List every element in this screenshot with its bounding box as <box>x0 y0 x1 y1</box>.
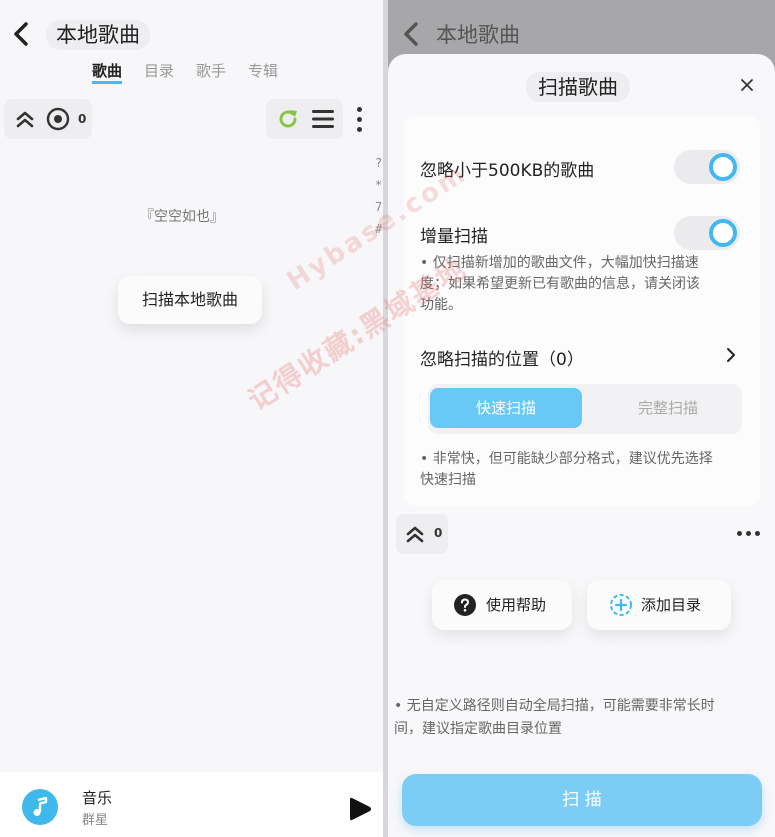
collapse-toolbar: 0 <box>396 514 448 554</box>
question-circle-icon <box>454 594 476 616</box>
folder-count: 0 <box>434 526 443 540</box>
fast-scan-option[interactable]: 快速扫描 <box>430 388 582 428</box>
play-icon[interactable] <box>346 794 374 824</box>
back-arrow-icon[interactable] <box>10 20 32 48</box>
scan-button[interactable]: 扫 描 <box>402 774 762 826</box>
tab-albums[interactable]: 专辑 <box>248 60 278 84</box>
tab-songs[interactable]: 歌曲 <box>92 60 123 84</box>
help-button-label: 使用帮助 <box>486 596 547 614</box>
index-letter[interactable]: * <box>375 174 382 196</box>
close-icon[interactable] <box>740 78 754 92</box>
add-circle-icon <box>610 594 632 616</box>
global-scan-note: • 无自定义路径则自动全局扫描，可能需要非常长时 间，建议指定歌曲目录位置 <box>394 698 715 737</box>
scan-local-songs-button[interactable]: 扫描本地歌曲 <box>118 276 262 324</box>
incremental-scan-label: 增量扫描 <box>420 227 488 247</box>
index-letter[interactable]: # <box>375 218 382 240</box>
add-directory-label: 添加目录 <box>641 596 702 614</box>
toolbar-right-group <box>266 99 343 139</box>
more-options-icon[interactable] <box>737 531 760 536</box>
index-letter[interactable]: 7 <box>375 196 382 218</box>
chevron-right-icon[interactable] <box>726 347 736 363</box>
page-title: 本地歌曲 <box>436 23 520 47</box>
toolbar-left-group: 0 <box>4 99 92 139</box>
ignore-small-files-toggle[interactable] <box>674 150 740 184</box>
collapse-up-icon[interactable] <box>16 110 34 128</box>
ignore-locations-label[interactable]: 忽略扫描的位置（0） <box>420 345 584 370</box>
scan-songs-sheet: 扫描歌曲 忽略小于500KB的歌曲 增量扫描 • 仅扫描新增加的歌曲文件，大幅加… <box>388 54 775 837</box>
index-letter[interactable]: ? <box>375 152 382 174</box>
back-arrow-icon[interactable] <box>400 20 422 48</box>
tab-bar: 歌曲 目录 歌手 专辑 <box>92 60 278 84</box>
more-options-icon[interactable] <box>357 107 363 137</box>
tab-artists[interactable]: 歌手 <box>196 60 226 84</box>
sheet-title: 扫描歌曲 <box>526 72 630 102</box>
selected-count: 0 <box>78 112 87 126</box>
scan-mode-selector: 快速扫描 完整扫描 <box>428 384 742 434</box>
alpha-index-bar[interactable]: ? * 7 # <box>375 152 382 240</box>
incremental-scan-toggle[interactable] <box>674 216 740 250</box>
full-scan-option[interactable]: 完整扫描 <box>594 388 742 428</box>
scan-settings-card: 忽略小于500KB的歌曲 增量扫描 • 仅扫描新增加的歌曲文件，大幅加快扫描速 … <box>404 116 760 506</box>
page-title: 本地歌曲 <box>46 20 150 50</box>
track-artist: 群星 <box>82 813 109 828</box>
music-note-icon <box>33 797 48 816</box>
target-locate-icon[interactable] <box>46 107 70 131</box>
scan-dialog-screen: 本地歌曲 扫描歌曲 忽略小于500KB的歌曲 增量扫描 • 仅扫描新增加的歌曲文… <box>388 0 775 837</box>
incremental-scan-note: • 仅扫描新增加的歌曲文件，大幅加快扫描速 度；如果希望更新已有歌曲的信息，请关… <box>420 255 700 313</box>
tab-folders[interactable]: 目录 <box>144 60 174 84</box>
refresh-icon[interactable] <box>276 107 300 131</box>
album-art[interactable] <box>22 789 58 825</box>
help-button[interactable]: 使用帮助 <box>432 580 572 630</box>
track-title: 音乐 <box>82 789 113 807</box>
add-directory-button[interactable]: 添加目录 <box>587 580 731 630</box>
local-songs-screen: 本地歌曲 歌曲 目录 歌手 专辑 0 ? * 7 # 『空空如也』 扫描本地歌曲… <box>0 0 383 837</box>
ignore-small-files-label: 忽略小于500KB的歌曲 <box>420 161 595 181</box>
mini-player[interactable]: 音乐 群星 <box>0 772 383 837</box>
collapse-up-icon[interactable] <box>406 525 424 543</box>
list-menu-icon[interactable] <box>312 109 334 129</box>
scan-mode-note: • 非常快，但可能缺少部分格式，建议优先选择 快速扫描 <box>420 451 713 488</box>
empty-state-text: 『空空如也』 <box>140 209 224 225</box>
